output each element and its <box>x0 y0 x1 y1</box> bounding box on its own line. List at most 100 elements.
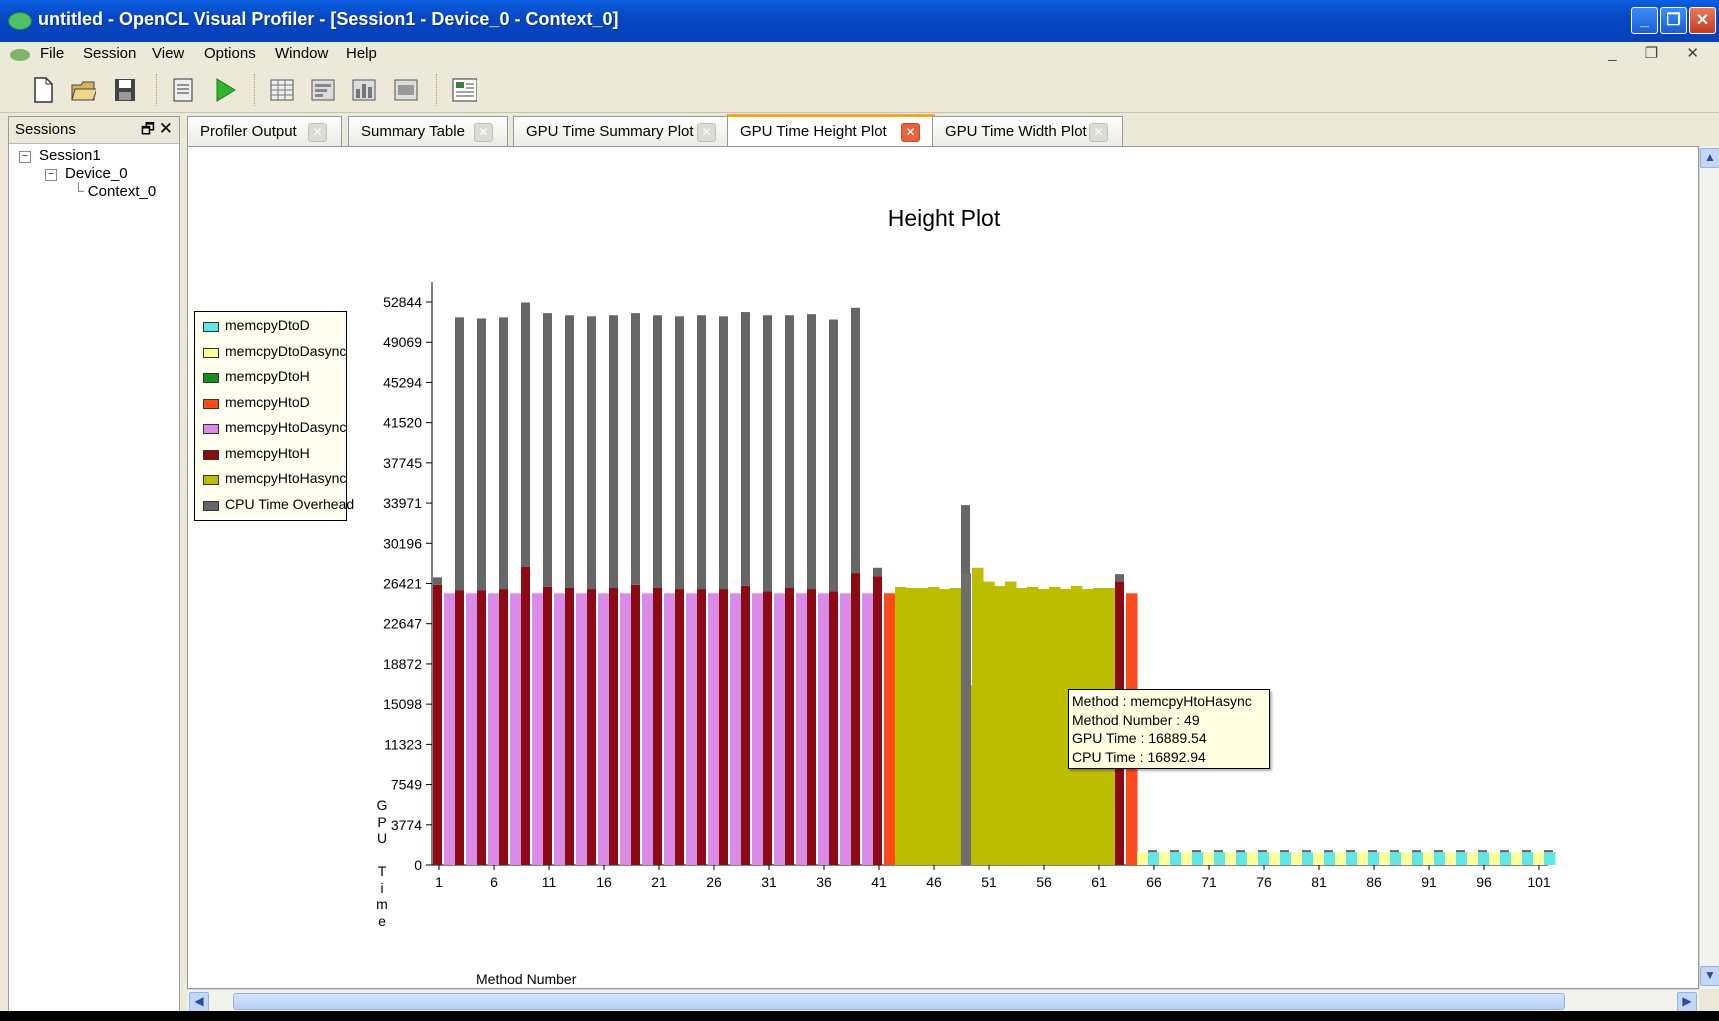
maximize-button[interactable]: ❐ <box>1660 7 1687 34</box>
app-menu-icon[interactable] <box>10 49 30 61</box>
bar-cpu-method-35 <box>807 314 816 590</box>
bar-gpu-method-95 <box>1467 852 1479 865</box>
bar-cpu-method-63 <box>1115 574 1124 582</box>
save-icon[interactable] <box>112 76 138 104</box>
bar-gpu-method-16 <box>598 593 610 865</box>
menu-session[interactable]: Session <box>83 45 136 62</box>
height-plot-icon[interactable] <box>351 76 377 104</box>
legend-swatch <box>203 449 219 460</box>
tab-close-icon[interactable]: ✕ <box>1089 123 1108 142</box>
scrollbar-thumb[interactable] <box>233 993 1565 1010</box>
bar-cpu-method-7 <box>499 317 508 590</box>
bar-cpu-method-33 <box>785 315 794 588</box>
tab-close-icon[interactable]: ✕ <box>308 123 327 142</box>
float-panel-icon[interactable]: 🗗 <box>141 119 155 144</box>
vertical-scrollbar[interactable]: ▲ ▼ <box>1699 146 1719 989</box>
x-tick-label: 11 <box>542 874 557 890</box>
bar-gpu-method-19 <box>631 584 640 865</box>
minimize-button[interactable]: _ <box>1631 7 1658 34</box>
tab-summary-table[interactable]: Summary Table ✕ <box>348 116 508 146</box>
menu-help[interactable]: Help <box>346 45 377 62</box>
tab-gpu-time-height-plot[interactable]: GPU Time Height Plot ✕ <box>727 114 935 146</box>
bar-gpu-method-8 <box>510 593 522 865</box>
menu-window[interactable]: Window <box>275 45 328 62</box>
bar-gpu-method-9 <box>521 566 530 865</box>
x-tick-label: 31 <box>761 874 777 890</box>
height-plot-chart[interactable]: 52844 49069 45294 41520 37745 33971 30196 26421… <box>188 147 1699 989</box>
bar-gpu-method-15 <box>587 589 596 865</box>
tab-gpu-time-summary-plot[interactable]: GPU Time Summary Plot ✕ <box>513 116 731 146</box>
bar-gpu-method-98 <box>1500 852 1512 865</box>
bar-gpu-method-13 <box>565 587 574 865</box>
tree-item-session1[interactable]: − Session1 <box>19 147 101 164</box>
bar-cpu-method-11 <box>543 313 552 587</box>
x-tick-label: 86 <box>1366 874 1382 890</box>
close-panel-icon[interactable]: ✕ <box>159 119 173 139</box>
horizontal-scrollbar[interactable]: ◀ ▶ <box>187 989 1699 1012</box>
scroll-left-icon[interactable]: ◀ <box>189 992 209 1012</box>
bar-cpu-method-72 <box>1214 850 1223 853</box>
legend-label: memcpyHtoHasync <box>225 470 347 486</box>
bar-gpu-method-30 <box>752 593 764 865</box>
tab-profiler-output[interactable]: Profiler Output ✕ <box>187 116 342 146</box>
legend-label: memcpyHtoH <box>225 444 310 461</box>
scroll-down-icon[interactable]: ▼ <box>1700 966 1719 986</box>
x-tick-label: 41 <box>871 874 887 890</box>
run-icon[interactable] <box>212 76 238 104</box>
x-tick-label: 26 <box>706 874 722 890</box>
bar-gpu-method-4 <box>466 593 478 865</box>
y-tick-label: 22647 <box>383 616 422 632</box>
collapse-icon[interactable]: − <box>19 151 31 163</box>
mdi-window-controls[interactable]: _ ❐ ✕ <box>1608 44 1711 62</box>
bar-gpu-method-67 <box>1159 852 1171 865</box>
tree-item-context0[interactable]: └ Context_0 <box>73 183 156 200</box>
legend-item: memcpyHtoHasync <box>195 467 346 493</box>
x-tick-label: 76 <box>1256 874 1272 890</box>
x-tick-label: 66 <box>1146 874 1162 890</box>
width-plot-icon[interactable] <box>393 76 419 104</box>
tooltip-cpu-time: CPU Time : 16892.94 <box>1072 748 1206 765</box>
bar-gpu-method-32 <box>774 593 786 865</box>
close-button[interactable]: ✕ <box>1689 7 1716 34</box>
collapse-icon[interactable]: − <box>45 169 57 181</box>
scroll-up-icon[interactable]: ▲ <box>1700 148 1719 168</box>
y-tick-label: 0 <box>414 857 422 873</box>
bar-cpu-method-31 <box>763 315 772 592</box>
bar-gpu-method-43 <box>895 586 907 865</box>
new-file-icon[interactable] <box>30 76 56 104</box>
bar-gpu-method-25 <box>697 589 706 865</box>
bar-gpu-method-71 <box>1203 852 1215 865</box>
legend-item: memcpyHtoD <box>195 391 346 417</box>
tab-close-icon[interactable]: ✕ <box>901 123 920 142</box>
session-settings-icon[interactable] <box>170 76 196 104</box>
x-tick-label: 6 <box>490 874 498 890</box>
tree-item-device0[interactable]: − Device_0 <box>45 165 128 182</box>
sessions-panel: Sessions 🗗 ✕ − Session1 − Device_0 └ Conte… <box>8 116 180 1021</box>
bar-cpu-method-96 <box>1478 850 1487 853</box>
menu-view[interactable]: View <box>152 45 184 62</box>
bar-gpu-method-89 <box>1401 852 1413 865</box>
bar-gpu-method-88 <box>1390 852 1402 865</box>
y-tick-label: 11323 <box>384 736 422 752</box>
open-folder-icon[interactable] <box>70 76 96 104</box>
y-tick-label: 18872 <box>383 656 422 672</box>
bar-cpu-method-90 <box>1412 850 1421 853</box>
bar-gpu-method-80 <box>1302 852 1314 865</box>
tree-label: Context_0 <box>87 183 157 200</box>
tab-gpu-time-width-plot[interactable]: GPU Time Width Plot ✕ <box>932 116 1123 146</box>
scroll-right-icon[interactable]: ▶ <box>1677 992 1697 1012</box>
tab-bar: Profiler Output ✕ Summary Table ✕ GPU Ti… <box>187 114 1719 146</box>
bar-gpu-method-97 <box>1489 852 1501 865</box>
gpu-time-summary-icon[interactable] <box>310 76 336 104</box>
tab-close-icon[interactable]: ✕ <box>697 123 716 142</box>
bar-gpu-method-50 <box>972 567 984 865</box>
menu-options[interactable]: Options <box>204 45 256 62</box>
title-bar[interactable]: untitled - OpenCL Visual Profiler - [Ses… <box>0 0 1719 42</box>
tab-close-icon[interactable]: ✕ <box>474 123 493 142</box>
detail-view-icon[interactable] <box>451 76 477 104</box>
toolbar-separator <box>436 74 439 106</box>
y-axis-label-char: m <box>376 896 388 912</box>
summary-table-icon[interactable] <box>269 76 295 104</box>
menu-file[interactable]: File <box>40 45 64 62</box>
y-tick-label: 37745 <box>383 455 422 471</box>
